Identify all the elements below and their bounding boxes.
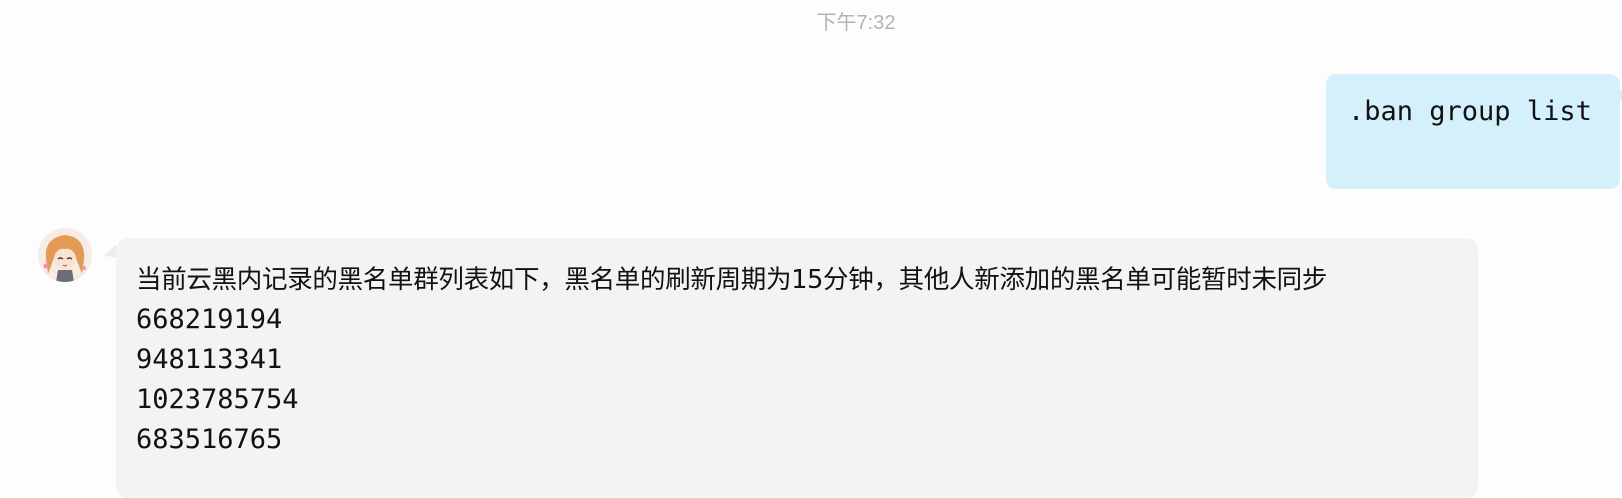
message-timestamp: 下午7:32 xyxy=(816,12,896,34)
incoming-message-header: 当前云黑内记录的黑名单群列表如下，黑名单的刷新周期为15分钟，其他人新添加的黑名… xyxy=(136,265,1328,295)
outgoing-message-bubble[interactable]: .ban group list xyxy=(1326,74,1622,189)
avatar-icon xyxy=(38,228,92,282)
group-list-item: 1023785754 xyxy=(136,384,299,415)
group-list-item: 948113341 xyxy=(136,344,283,375)
bot-avatar[interactable] xyxy=(38,228,92,282)
group-list-item: 683516765 xyxy=(136,424,283,455)
group-list-item: 668219194 xyxy=(136,304,283,335)
incoming-message-bubble[interactable]: 当前云黑内记录的黑名单群列表如下，黑名单的刷新周期为15分钟，其他人新添加的黑名… xyxy=(116,238,1478,498)
outgoing-message-text: .ban group list xyxy=(1348,96,1592,127)
